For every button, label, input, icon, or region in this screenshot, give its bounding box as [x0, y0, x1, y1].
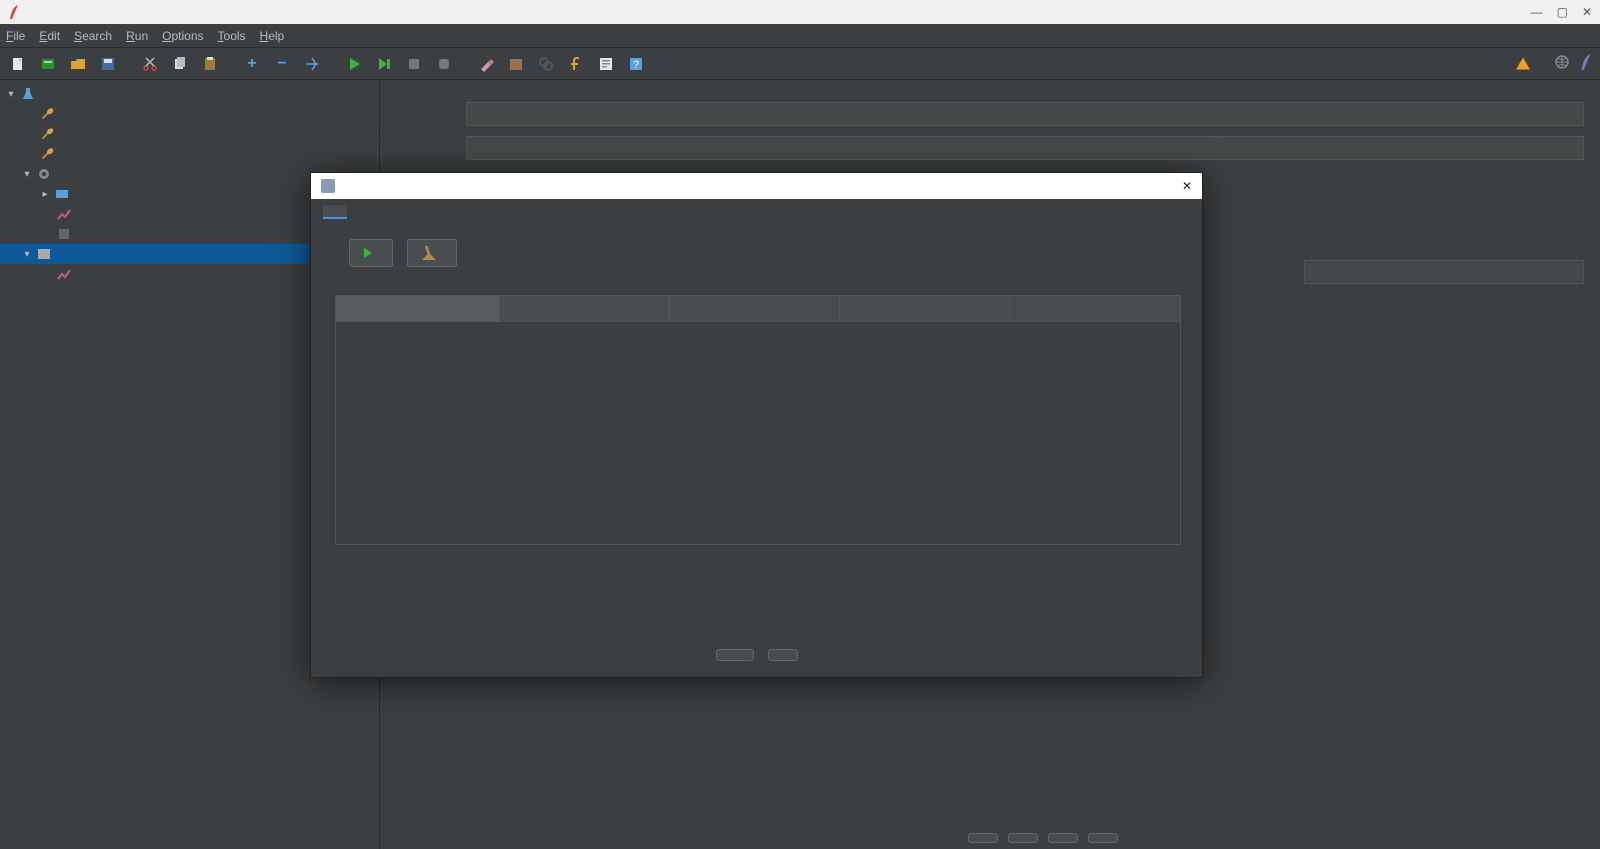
tree-http-request-defaults[interactable] — [0, 124, 379, 144]
save-icon[interactable] — [96, 52, 120, 76]
feather-right-icon[interactable] — [1578, 54, 1594, 73]
gear-icon — [36, 166, 52, 182]
shutdown-icon[interactable] — [432, 52, 456, 76]
java-icon — [321, 179, 335, 193]
menu-tools[interactable]: Tools — [218, 29, 246, 43]
col-obtained-from[interactable] — [1010, 296, 1181, 321]
dialog-close-button[interactable]: ✕ — [1182, 179, 1192, 193]
debug-icon — [56, 226, 72, 242]
menubar: File Edit Search Run Options Tools Help — [0, 24, 1600, 48]
clear-all-icon[interactable] — [504, 52, 528, 76]
start-no-pause-icon[interactable] — [372, 52, 396, 76]
wrench-icon — [40, 146, 56, 162]
menu-help[interactable]: Help — [260, 29, 285, 43]
search-tree-icon[interactable] — [534, 52, 558, 76]
close-button[interactable]: ✕ — [1582, 5, 1592, 19]
groups-row — [958, 833, 1118, 843]
comments-input[interactable] — [466, 136, 1584, 160]
clear-icon[interactable] — [474, 52, 498, 76]
menu-run[interactable]: Run — [126, 29, 148, 43]
paste-icon[interactable] — [198, 52, 222, 76]
dialog-titlebar: ✕ — [311, 173, 1202, 199]
correlation-wizard-dialog: ✕ — [310, 172, 1203, 678]
menu-file[interactable]: File — [6, 29, 25, 43]
groups-down-button[interactable] — [1088, 833, 1118, 843]
window-titlebar: — ▢ ✕ — [0, 0, 1600, 24]
save-correlation-rules-button[interactable] — [768, 649, 798, 661]
apply-button[interactable] — [716, 649, 754, 661]
results-icon — [56, 206, 72, 222]
help-icon[interactable]: ? — [624, 52, 648, 76]
replay-recording-button[interactable] — [349, 239, 393, 267]
menu-edit[interactable]: Edit — [39, 29, 60, 43]
flask-icon — [20, 86, 36, 102]
tree-test-plan[interactable] — [0, 84, 379, 104]
start-icon[interactable] — [342, 52, 366, 76]
col-select[interactable] — [336, 296, 500, 321]
col-name[interactable] — [670, 296, 840, 321]
menu-search[interactable]: Search — [74, 29, 112, 43]
toggle-icon[interactable] — [300, 52, 324, 76]
results-icon — [56, 266, 72, 282]
col-source[interactable] — [500, 296, 670, 321]
globe-icon[interactable] — [1554, 54, 1570, 73]
suggestions-table — [335, 295, 1181, 545]
col-used-on[interactable] — [840, 296, 1010, 321]
recorder-icon — [36, 246, 52, 262]
menu-options[interactable]: Options — [162, 29, 203, 43]
groups-up-button[interactable] — [1048, 833, 1078, 843]
minimize-button[interactable]: — — [1531, 5, 1543, 19]
cut-icon[interactable] — [138, 52, 162, 76]
maximize-button[interactable]: ▢ — [1557, 5, 1568, 19]
open-icon[interactable] — [66, 52, 90, 76]
secondary-input[interactable] — [1304, 260, 1584, 284]
svg-text:?: ? — [633, 59, 639, 71]
name-input[interactable] — [466, 102, 1584, 126]
wrench-icon — [40, 126, 56, 142]
jmeter-logo-icon — [8, 5, 20, 19]
templates-icon[interactable] — [36, 52, 60, 76]
toolbar: + − ? — [0, 48, 1600, 80]
function-helper-icon[interactable] — [564, 52, 588, 76]
table-header — [336, 296, 1180, 322]
wrench-icon — [40, 106, 56, 122]
groups-delete-button[interactable] — [1008, 833, 1038, 843]
warning-icon[interactable] — [1516, 58, 1530, 70]
controller-icon — [54, 186, 70, 202]
groups-add-button[interactable] — [968, 833, 998, 843]
copy-icon[interactable] — [168, 52, 192, 76]
tab-suggestions[interactable] — [323, 205, 347, 219]
broom-icon — [422, 246, 436, 260]
tree-http-cookie-manager[interactable] — [0, 144, 379, 164]
play-icon — [364, 248, 372, 258]
plus-icon[interactable]: + — [240, 52, 264, 76]
clear-suggestions-button[interactable] — [407, 239, 457, 267]
new-icon[interactable] — [6, 52, 30, 76]
report-icon[interactable] — [594, 52, 618, 76]
tree-user-defined-variables[interactable] — [0, 104, 379, 124]
stop-icon[interactable] — [402, 52, 426, 76]
minus-icon[interactable]: − — [270, 52, 294, 76]
